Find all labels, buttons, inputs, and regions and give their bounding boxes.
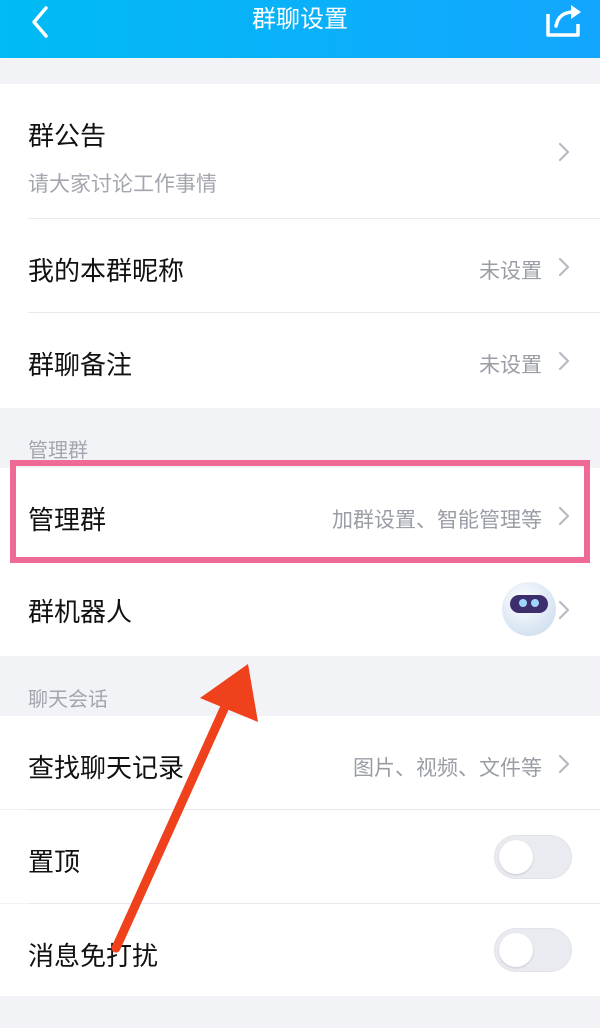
pointer-arrow	[111, 664, 258, 953]
